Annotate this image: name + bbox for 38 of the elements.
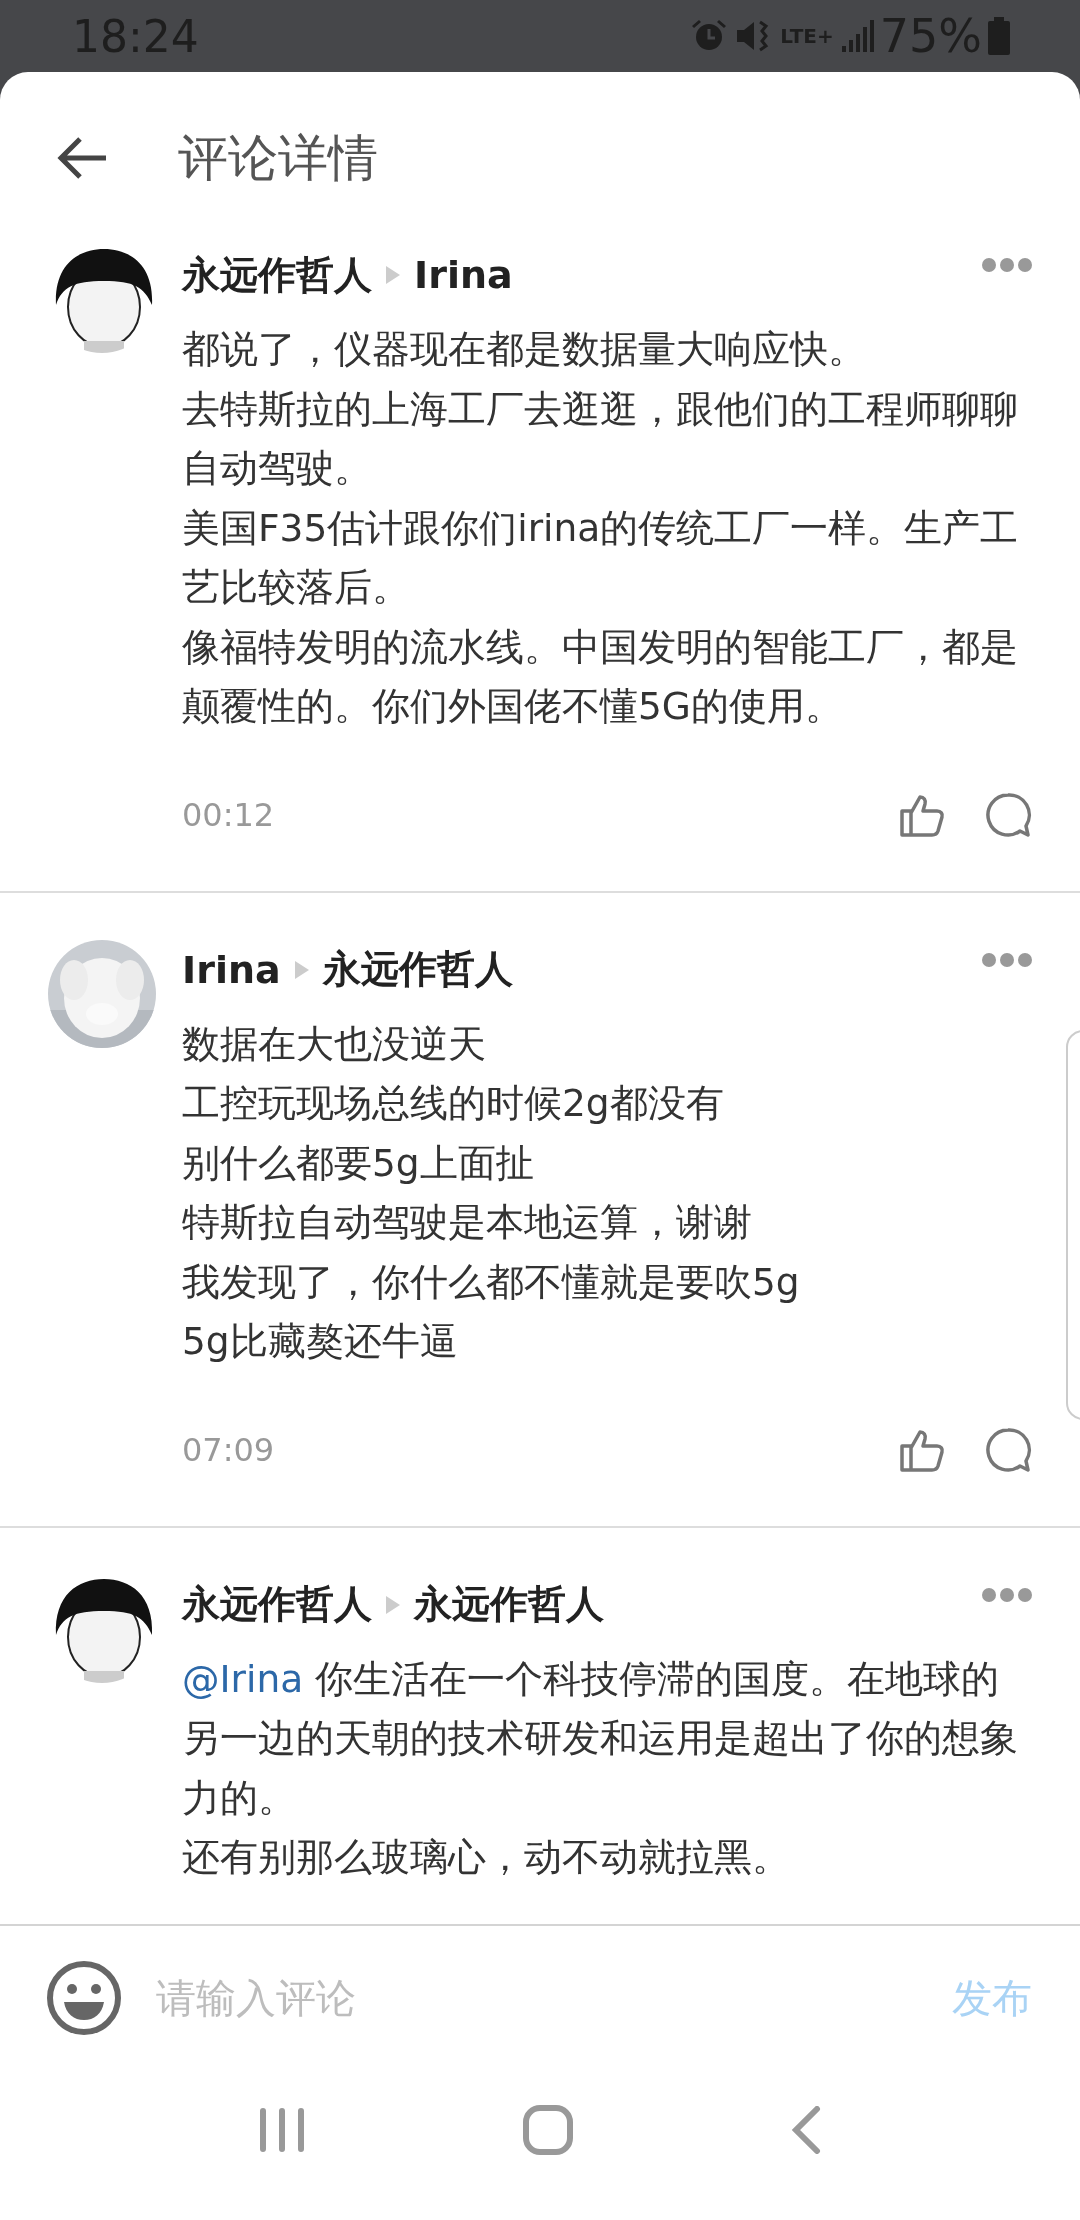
reply-arrow-icon [386, 1595, 400, 1614]
battery-icon [988, 17, 1010, 55]
reply-arrow-icon [386, 266, 400, 284]
reply-to-name[interactable]: 永远作哲人 [322, 944, 513, 995]
back-button[interactable] [56, 136, 108, 180]
author-name[interactable]: 永远作哲人 [182, 1579, 372, 1630]
comment-text: 工控玩现场总线的时候2g都没有 [182, 1080, 725, 1127]
more-button[interactable] [982, 1587, 1032, 1602]
back-nav-button[interactable] [791, 2106, 821, 2154]
comment-text: @Irina 你生活在一个科技停滞的国度。在地球的另一边的天朝的技术研发和运用是超出了你的想象力的。 [182, 1655, 1019, 1822]
comment-text: 都说了，仪器现在都是数据量大响应快。 [182, 326, 867, 373]
comment-text: 5g比藏獒还牛逼 [182, 1318, 459, 1365]
comment-text: 我发现了，你什么都不懂就是要吹5g [182, 1258, 801, 1306]
comment-text: 数据在大也没逆天 [182, 1020, 487, 1068]
comment-text: 美国F35估计跟你们irina的传统工厂一样。生产工艺比较落后。 [182, 504, 1020, 611]
reply-button[interactable] [984, 790, 1032, 839]
reply-arrow-icon [294, 960, 309, 979]
comment-text: 特斯拉自动驾驶是本地运算，谢谢 [182, 1199, 753, 1246]
page-title: 评论详情 [178, 128, 378, 189]
reply-to-name[interactable]: 永远作哲人 [414, 1579, 604, 1630]
emoji-button[interactable] [46, 1960, 122, 2036]
recent-apps-button[interactable] [259, 2107, 305, 2153]
comment-time: 00:12 [182, 795, 275, 834]
reply-to-name[interactable]: Irina [414, 253, 513, 297]
author-name[interactable]: 永远作哲人 [182, 249, 372, 301]
author-name[interactable]: Irina [182, 947, 281, 992]
home-button[interactable] [523, 2105, 573, 2155]
reply-button[interactable] [984, 1425, 1032, 1474]
comment-text: 像福特发明的流水线。中国发明的智能工厂，都是颠覆性的。你们外国佬不懂5G的使用。 [182, 623, 1019, 730]
comment-text: 去特斯拉的上海工厂去逛逛，跟他们的工程师聊聊自动驾驶。 [182, 385, 1019, 492]
more-button[interactable] [982, 952, 1032, 967]
comment-text: 还有别那么玻璃心，动不动就拉黑。 [182, 1834, 791, 1881]
comment-text: 别什么都要5g上面扯 [182, 1139, 535, 1187]
comment-time: 07:09 [182, 1430, 275, 1469]
mention-link[interactable]: @Irina [182, 1656, 304, 1701]
signal-icon [839, 19, 874, 53]
comment-input-field[interactable]: 请输入评论 [156, 1975, 918, 2021]
more-button[interactable] [982, 258, 1032, 272]
